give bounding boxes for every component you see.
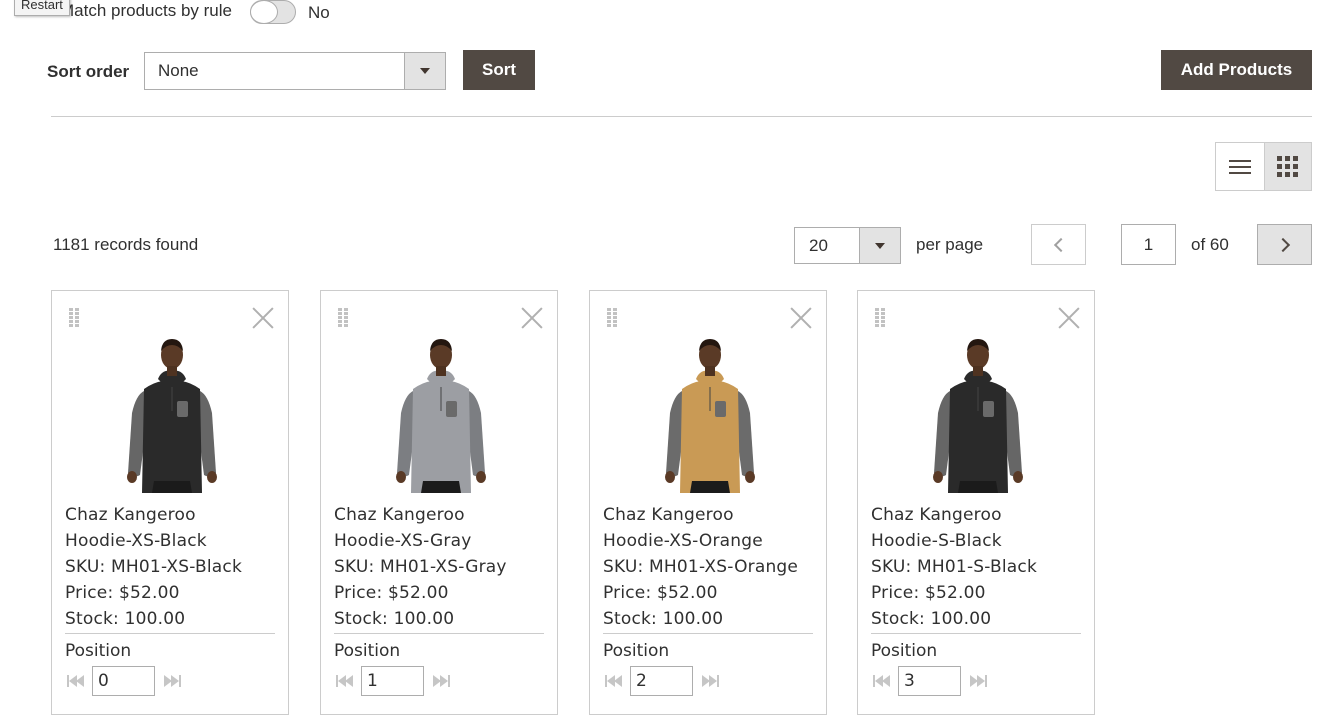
product-stock: Stock: 100.00	[871, 609, 992, 629]
hoodie-figure	[665, 339, 755, 493]
product-stock: Stock: 100.00	[603, 609, 724, 629]
chevron-down-icon	[875, 242, 885, 249]
hoodie-figure	[127, 339, 217, 493]
per-page-value: 20	[809, 236, 828, 255]
current-page-input[interactable]	[1121, 224, 1176, 265]
product-name-line2: Hoodie-XS-Orange	[603, 531, 763, 551]
close-icon[interactable]	[789, 306, 813, 330]
per-page-label: per page	[916, 235, 984, 254]
product-name-line1: Chaz Kangeroo	[871, 505, 1002, 525]
position-input[interactable]	[361, 666, 424, 696]
toggle-knob	[250, 0, 278, 24]
product-name-line2: Hoodie-XS-Black	[65, 531, 207, 551]
sort-button[interactable]: Sort	[463, 50, 535, 90]
product-info: Chaz Kangeroo Hoodie-S-Black SKU: MH01-S…	[871, 502, 1083, 632]
sort-order-select[interactable]: None	[144, 52, 446, 90]
product-image	[127, 339, 217, 493]
product-image	[933, 339, 1023, 493]
card-divider	[334, 633, 544, 634]
product-sku: SKU: MH01-XS-Gray	[334, 557, 507, 577]
position-controls	[65, 666, 183, 696]
section-divider	[51, 116, 1312, 117]
skip-first-icon[interactable]	[871, 674, 895, 688]
view-mode-switcher	[1215, 142, 1312, 191]
close-icon[interactable]	[1057, 306, 1081, 330]
product-sku: SKU: MH01-S-Black	[871, 557, 1037, 577]
product-info: Chaz Kangeroo Hoodie-XS-Orange SKU: MH01…	[603, 502, 815, 632]
card-divider	[65, 633, 275, 634]
position-label: Position	[871, 641, 938, 661]
position-label: Position	[603, 641, 670, 661]
close-icon[interactable]	[251, 306, 275, 330]
product-name-line1: Chaz Kangeroo	[603, 505, 734, 525]
product-price: Price: $52.00	[871, 583, 986, 603]
chevron-right-icon	[1275, 237, 1290, 252]
product-sku: SKU: MH01-XS-Black	[65, 557, 242, 577]
product-stock: Stock: 100.00	[65, 609, 186, 629]
per-page-dropdown-arrow[interactable]	[859, 228, 900, 263]
product-image	[665, 339, 755, 493]
product-info: Chaz Kangeroo Hoodie-XS-Black SKU: MH01-…	[65, 502, 277, 632]
skip-first-icon[interactable]	[334, 674, 358, 688]
product-name-line1: Chaz Kangeroo	[334, 505, 465, 525]
product-card: Chaz Kangeroo Hoodie-S-Black SKU: MH01-S…	[857, 290, 1095, 715]
hoodie-figure	[933, 339, 1023, 493]
skip-last-icon[interactable]	[697, 674, 721, 688]
drag-handle-icon[interactable]	[875, 308, 887, 328]
drag-handle-icon[interactable]	[607, 308, 619, 328]
position-controls	[334, 666, 452, 696]
product-image	[396, 339, 486, 493]
product-card: Chaz Kangeroo Hoodie-XS-Orange SKU: MH01…	[589, 290, 827, 715]
product-sku: SKU: MH01-XS-Orange	[603, 557, 799, 577]
grid-view-button[interactable]	[1263, 143, 1311, 190]
product-price: Price: $52.00	[603, 583, 718, 603]
drag-handle-icon[interactable]	[338, 308, 350, 328]
card-divider	[871, 633, 1081, 634]
skip-last-icon[interactable]	[428, 674, 452, 688]
product-stock: Stock: 100.00	[334, 609, 455, 629]
total-pages: of 60	[1191, 235, 1229, 254]
position-label: Position	[334, 641, 401, 661]
skip-last-icon[interactable]	[965, 674, 989, 688]
list-view-button[interactable]	[1216, 143, 1264, 190]
skip-last-icon[interactable]	[159, 674, 183, 688]
product-name-line2: Hoodie-S-Black	[871, 531, 1002, 551]
sort-order-label: Sort order	[47, 62, 130, 81]
grid-view-icon	[1277, 156, 1299, 177]
drag-handle-icon[interactable]	[69, 308, 81, 328]
position-label: Position	[65, 641, 132, 661]
position-input[interactable]	[630, 666, 693, 696]
skip-first-icon[interactable]	[65, 674, 89, 688]
sort-order-value: None	[158, 61, 199, 80]
match-rule-value: No	[308, 3, 330, 22]
previous-page-button[interactable]	[1031, 224, 1086, 265]
product-card: Chaz Kangeroo Hoodie-XS-Black SKU: MH01-…	[51, 290, 289, 715]
product-price: Price: $52.00	[334, 583, 449, 603]
product-name-line2: Hoodie-XS-Gray	[334, 531, 472, 551]
records-count: 1181 records found	[53, 235, 199, 254]
close-icon[interactable]	[520, 306, 544, 330]
position-input[interactable]	[92, 666, 155, 696]
match-rule-toggle[interactable]	[250, 0, 296, 24]
chevron-left-icon	[1053, 237, 1068, 252]
product-card: Chaz Kangeroo Hoodie-XS-Gray SKU: MH01-X…	[320, 290, 558, 715]
match-rule-label: Match products by rule	[60, 1, 232, 20]
next-page-button[interactable]	[1257, 224, 1312, 265]
hoodie-figure	[396, 339, 486, 493]
add-products-button[interactable]: Add Products	[1161, 50, 1312, 90]
sort-order-dropdown-arrow[interactable]	[404, 53, 445, 89]
product-price: Price: $52.00	[65, 583, 180, 603]
list-view-icon	[1228, 159, 1251, 174]
per-page-select[interactable]: 20	[794, 227, 901, 264]
position-input[interactable]	[898, 666, 961, 696]
chevron-down-icon	[420, 68, 430, 74]
product-info: Chaz Kangeroo Hoodie-XS-Gray SKU: MH01-X…	[334, 502, 546, 632]
skip-first-icon[interactable]	[603, 674, 627, 688]
card-divider	[603, 633, 813, 634]
position-controls	[603, 666, 721, 696]
position-controls	[871, 666, 989, 696]
product-name-line1: Chaz Kangeroo	[65, 505, 196, 525]
restart-tooltip: Restart	[14, 0, 70, 16]
